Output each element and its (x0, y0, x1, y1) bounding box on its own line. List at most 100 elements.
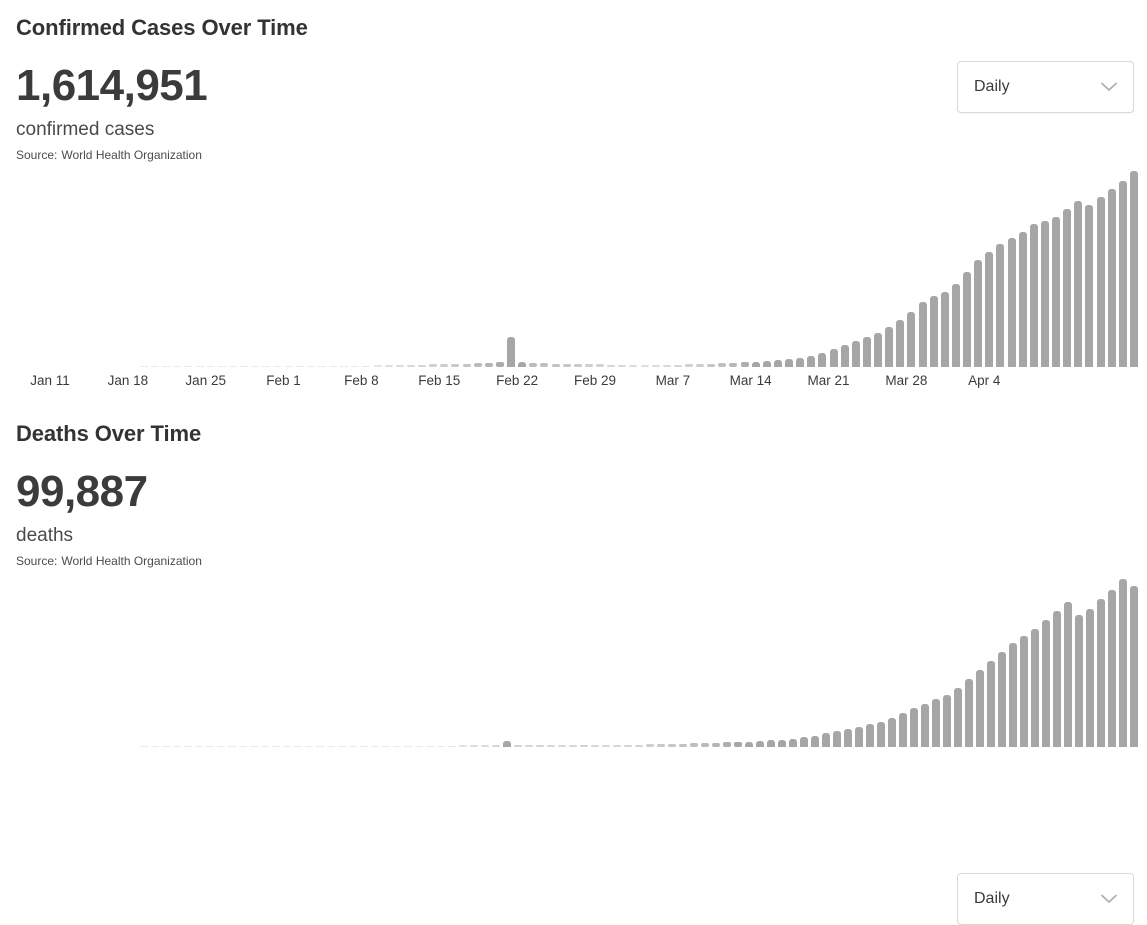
chart-bar (173, 365, 182, 367)
chart-bar (547, 744, 555, 747)
chart-bar (327, 745, 335, 747)
chart-bar (448, 745, 456, 747)
chart-bar (261, 745, 269, 747)
chart-bar (151, 365, 160, 367)
chart-bar (529, 363, 538, 367)
chart-bar (613, 744, 621, 747)
chart-bar (1130, 585, 1138, 747)
page-title-confirmed-cases: Confirmed Cases Over Time (16, 15, 308, 40)
chart-bar (272, 745, 280, 747)
chart-bar (877, 722, 885, 747)
chart-bar (294, 745, 302, 747)
chart-bar (217, 745, 225, 747)
chart-bar (602, 744, 610, 747)
chart-bar (996, 244, 1005, 367)
deaths-interval-dropdown[interactable]: Daily (957, 873, 1134, 925)
chart-bar (840, 345, 849, 367)
chart-bar (673, 364, 682, 367)
chart-bar (607, 364, 616, 367)
x-axis-tick-label: Feb 8 (344, 373, 379, 388)
chart-bar (481, 744, 489, 747)
chart-bar (393, 745, 401, 747)
chart-bar (206, 745, 214, 747)
confirmed-cases-x-axis: Jan 11 Jan 18 Jan 25 Feb 1 Feb 8 Feb 15 Feb 22… (0, 371, 1147, 397)
chart-bar (195, 365, 204, 367)
chart-bar (558, 744, 566, 747)
chart-bar (584, 364, 593, 367)
chart-bar (940, 291, 949, 367)
chart-bar (833, 731, 841, 747)
chart-bar (305, 745, 313, 747)
chart-bar (1018, 232, 1027, 367)
chart-bar (140, 745, 148, 747)
chart-bar (440, 364, 449, 367)
chart-bar (1074, 200, 1083, 367)
chart-bar (329, 365, 338, 367)
chart-bar (1040, 220, 1049, 367)
chart-bar (316, 745, 324, 747)
chart-bar (371, 745, 379, 747)
x-axis-tick-label: Jan 11 (30, 373, 70, 388)
x-axis-tick-label: Feb 1 (266, 373, 301, 388)
chart-bar (415, 745, 423, 747)
chart-bar (718, 363, 727, 367)
x-axis-tick-label: Jan 18 (107, 373, 149, 388)
chart-bar (646, 744, 654, 747)
chart-bar (629, 365, 638, 367)
chart-bar (1085, 204, 1094, 367)
chart-bar (943, 694, 951, 747)
chart-bar (503, 741, 511, 747)
dashboard-page: Confirmed Cases Over Time 1,614,951 conf… (0, 0, 1147, 925)
chart-bar (662, 364, 671, 367)
chart-bar (976, 669, 984, 747)
chart-bar (162, 365, 171, 367)
confirmed-cases-source: Source: World Health Organization (16, 147, 1131, 163)
chart-bar (1108, 590, 1116, 747)
chart-bar (173, 745, 181, 747)
chart-bar (580, 744, 588, 747)
chart-bar (684, 364, 693, 367)
chart-bar (899, 712, 907, 747)
chart-bar (362, 365, 371, 367)
chart-bar (929, 295, 938, 367)
chart-bar (195, 745, 203, 747)
chart-bar (492, 744, 500, 747)
chart-bar (184, 365, 193, 367)
chart-bar (228, 365, 237, 367)
x-axis-tick-label: Feb 15 (418, 373, 461, 388)
chart-bar (751, 361, 760, 367)
source-label: Source: (16, 554, 58, 568)
chart-bar (987, 660, 995, 747)
chart-bar (451, 364, 460, 367)
chart-bar (910, 708, 918, 747)
chart-bar (470, 745, 478, 747)
source-name: World Health Organization (61, 148, 202, 162)
chart-bar (811, 735, 819, 747)
confirmed-cases-bars (0, 167, 1147, 367)
chart-bar (217, 365, 226, 367)
deaths-total: 99,887 (16, 467, 148, 516)
chart-bar (462, 363, 471, 367)
cases-interval-value: Daily (974, 78, 1010, 95)
x-axis-tick-label: Feb 29 (573, 373, 616, 388)
chart-bar (151, 745, 159, 747)
chart-bar (773, 360, 782, 367)
chart-bar (573, 364, 582, 367)
chart-bar (963, 271, 972, 367)
chart-bar (340, 365, 349, 367)
chart-bar (951, 283, 960, 367)
chart-bar (1064, 601, 1072, 747)
chart-bar (1075, 615, 1083, 747)
chart-bar (618, 364, 627, 367)
confirmed-cases-chart (0, 167, 1147, 367)
chart-bar (1031, 628, 1039, 747)
chart-bar (696, 364, 705, 367)
chart-bar (426, 745, 434, 747)
chart-bar (723, 742, 731, 747)
x-axis-tick-label: Mar 7 (655, 373, 691, 388)
cases-interval-dropdown[interactable]: Daily (957, 61, 1134, 113)
chart-bar (507, 337, 516, 367)
chart-bar (1129, 171, 1138, 367)
chart-bar (382, 745, 390, 747)
chart-bar (740, 362, 749, 367)
